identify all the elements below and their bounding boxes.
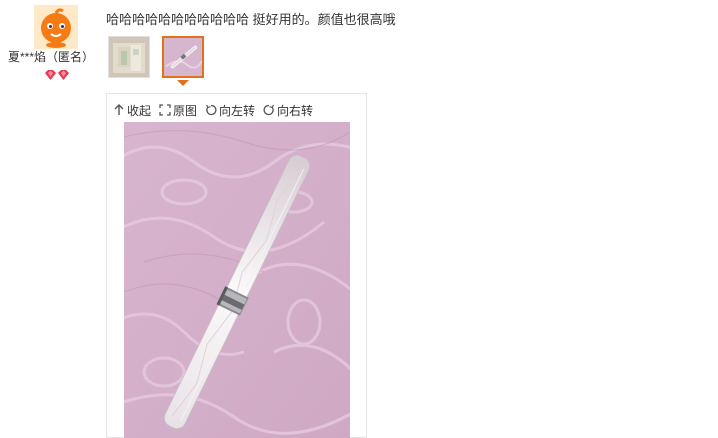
thumbnail-1[interactable] [108,36,150,78]
username: 夏***焰（匿名） [8,50,95,64]
viewer-toolbar: 收起 原图 向左转 向右转 [113,101,313,119]
product-photo-1-icon [109,37,149,77]
rotate-left-icon [206,104,217,116]
rotate-left-label: 向左转 [219,103,256,118]
thumbnail-2-selected[interactable] [162,36,204,78]
rotate-left-button[interactable]: 向左转 [205,101,255,119]
original-image-button[interactable]: 原图 [159,101,197,119]
original-label: 原图 [173,103,198,118]
fullscreen-icon [159,104,171,116]
taobao-baby-avatar-icon [34,5,78,49]
selected-thumbnail-pointer [177,80,189,86]
collapse-button[interactable]: 收起 [113,101,151,119]
rotate-right-icon [263,104,275,116]
arrow-up-icon [114,104,124,115]
product-photo-2-large-icon [124,122,350,438]
collapse-label: 收起 [127,103,152,118]
avatar [34,5,78,49]
review-text: 哈哈哈哈哈哈哈哈哈哈哈 挺好用的。颜值也很高哦 [106,12,396,27]
image-viewer: 收起 原图 向左转 向右转 [106,93,367,438]
product-photo-large [124,122,350,438]
vip-diamond-icon [44,68,70,80]
rotate-right-label: 向右转 [277,103,314,118]
product-photo-2-icon [164,38,202,76]
rotate-right-button[interactable]: 向右转 [263,101,313,119]
